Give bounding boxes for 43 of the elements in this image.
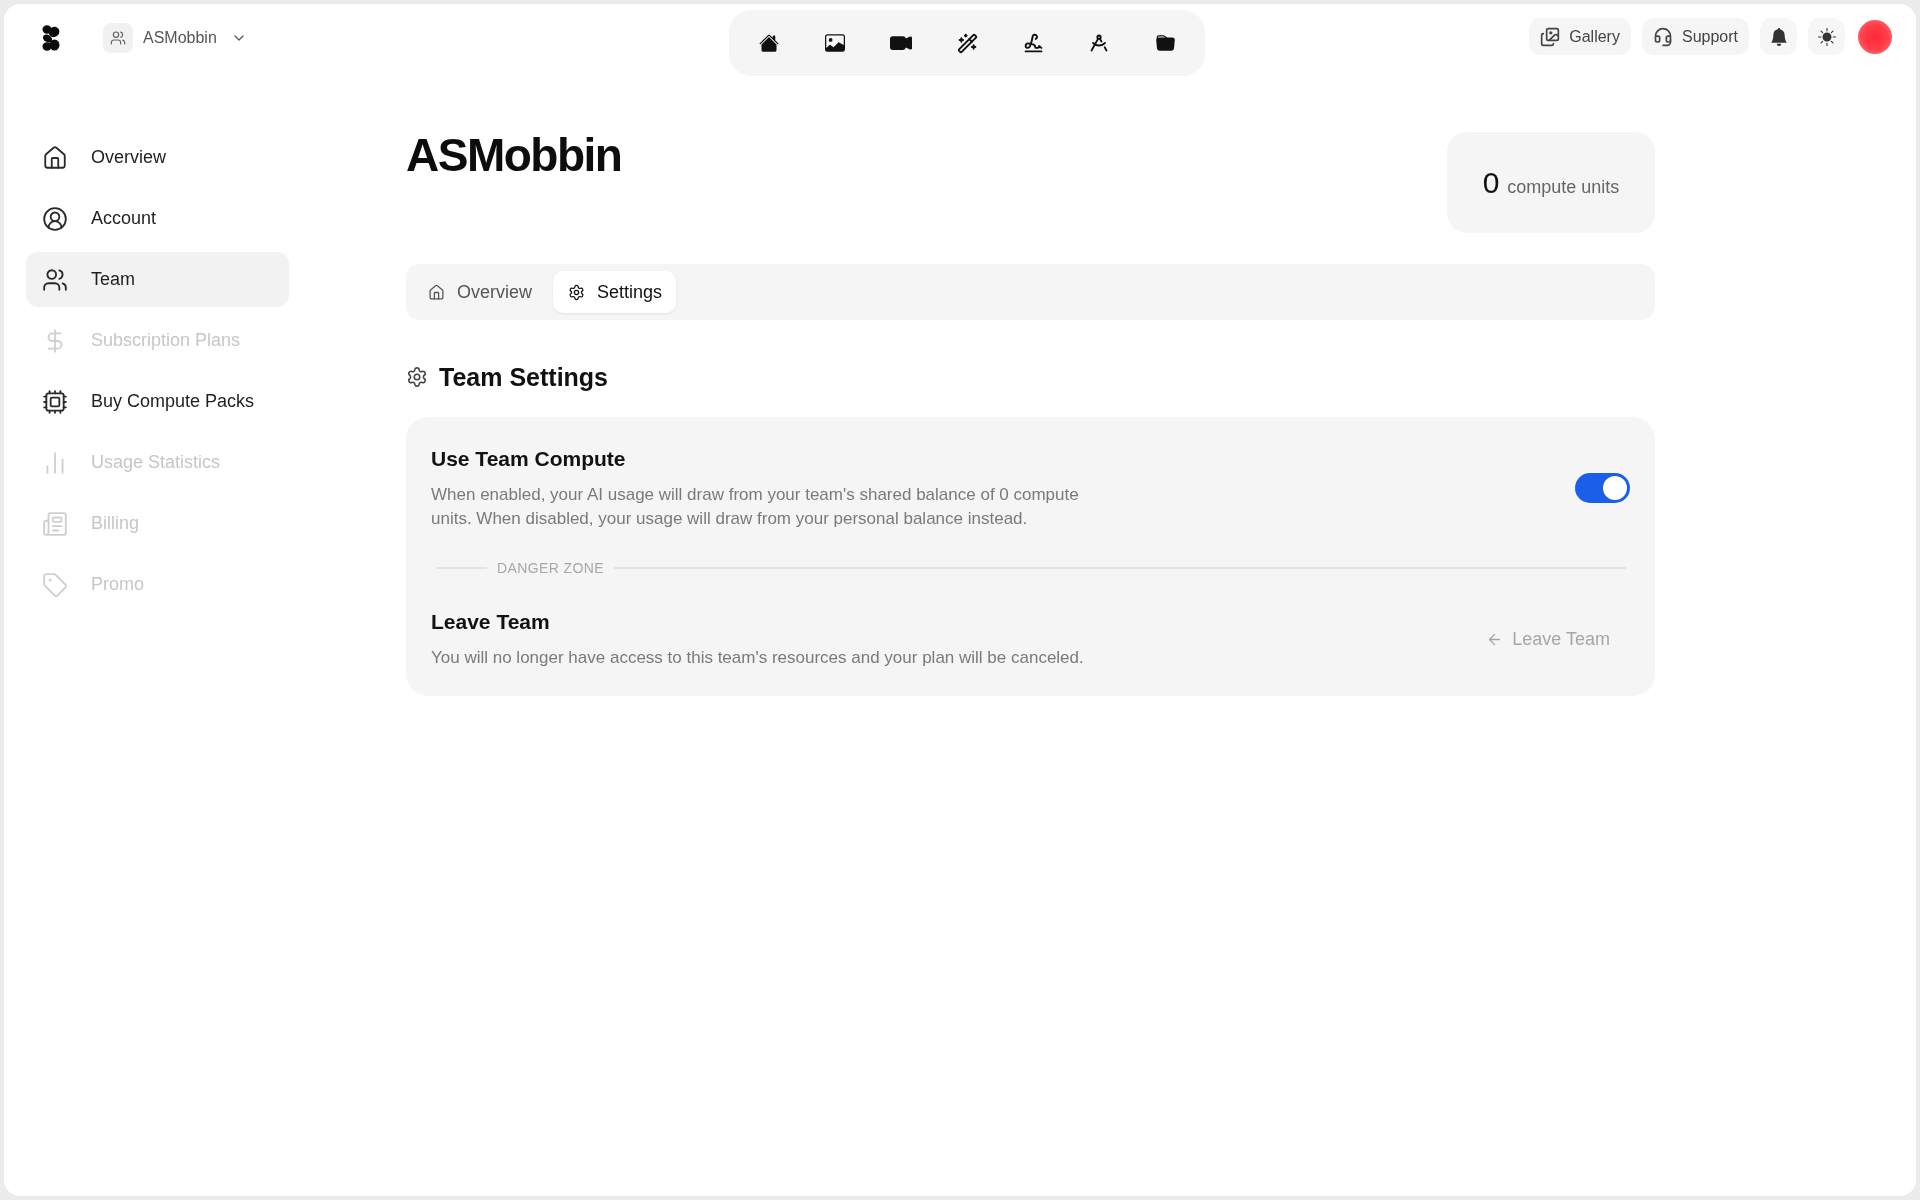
chip-icon bbox=[42, 388, 68, 415]
logo-icon[interactable] bbox=[42, 25, 60, 51]
danger-zone-label: DANGER ZONE bbox=[497, 560, 605, 576]
toggle-switch[interactable] bbox=[1575, 473, 1630, 503]
notifications-button[interactable] bbox=[1760, 18, 1797, 55]
bell-icon bbox=[1769, 27, 1788, 46]
drafting-compass-icon[interactable] bbox=[1089, 33, 1109, 53]
balance-unit: compute units bbox=[1507, 176, 1620, 198]
setting-title: Use Team Compute bbox=[431, 446, 627, 472]
page-title: ASMobbin bbox=[406, 132, 622, 178]
tab[interactable]: Settings bbox=[553, 271, 677, 313]
theme-button[interactable] bbox=[1808, 18, 1845, 55]
gear-icon bbox=[406, 366, 428, 388]
team-icon bbox=[103, 23, 133, 53]
sidebar-item[interactable]: Team bbox=[26, 252, 289, 307]
gallery-icon bbox=[1540, 26, 1561, 47]
signature-pen-icon[interactable] bbox=[1022, 32, 1044, 54]
tag-icon bbox=[42, 571, 68, 598]
team-switcher[interactable]: ASMobbin bbox=[103, 23, 247, 53]
headset-icon bbox=[1652, 26, 1673, 47]
avatar-icon[interactable] bbox=[1858, 19, 1892, 54]
newspaper-icon bbox=[42, 510, 68, 537]
setting-description: You will no longer have access to this team's resources and your plan will be canceled. bbox=[431, 647, 1084, 669]
gallery-button[interactable]: Gallery bbox=[1529, 18, 1631, 55]
section-title: Team Settings bbox=[439, 362, 609, 392]
home-icon[interactable] bbox=[759, 33, 779, 53]
house-icon bbox=[428, 283, 445, 301]
sidebar-item[interactable]: Buy Compute Packs bbox=[26, 374, 289, 429]
sidebar-item[interactable]: Account bbox=[26, 191, 289, 246]
support-button[interactable]: Support bbox=[1641, 18, 1749, 55]
gear-icon bbox=[568, 283, 585, 301]
image-icon[interactable] bbox=[825, 33, 845, 53]
tab[interactable]: Overview bbox=[413, 271, 546, 313]
setting-description: When enabled, your AI usage will draw from your team's shared balance of 0 compute units. When disabled, your usage will draw from your personal balance instead. bbox=[431, 484, 1080, 530]
magic-wand-icon[interactable] bbox=[956, 32, 978, 54]
user-circle-icon bbox=[42, 205, 68, 232]
folder-icon[interactable] bbox=[1155, 33, 1175, 53]
sidebar-item[interactable]: Overview bbox=[26, 130, 289, 185]
balance-amount: 0 bbox=[1482, 165, 1500, 200]
setting-title: Leave Team bbox=[431, 609, 551, 635]
users-icon bbox=[42, 266, 68, 293]
sun-icon bbox=[1817, 27, 1836, 46]
house-icon bbox=[42, 144, 68, 171]
